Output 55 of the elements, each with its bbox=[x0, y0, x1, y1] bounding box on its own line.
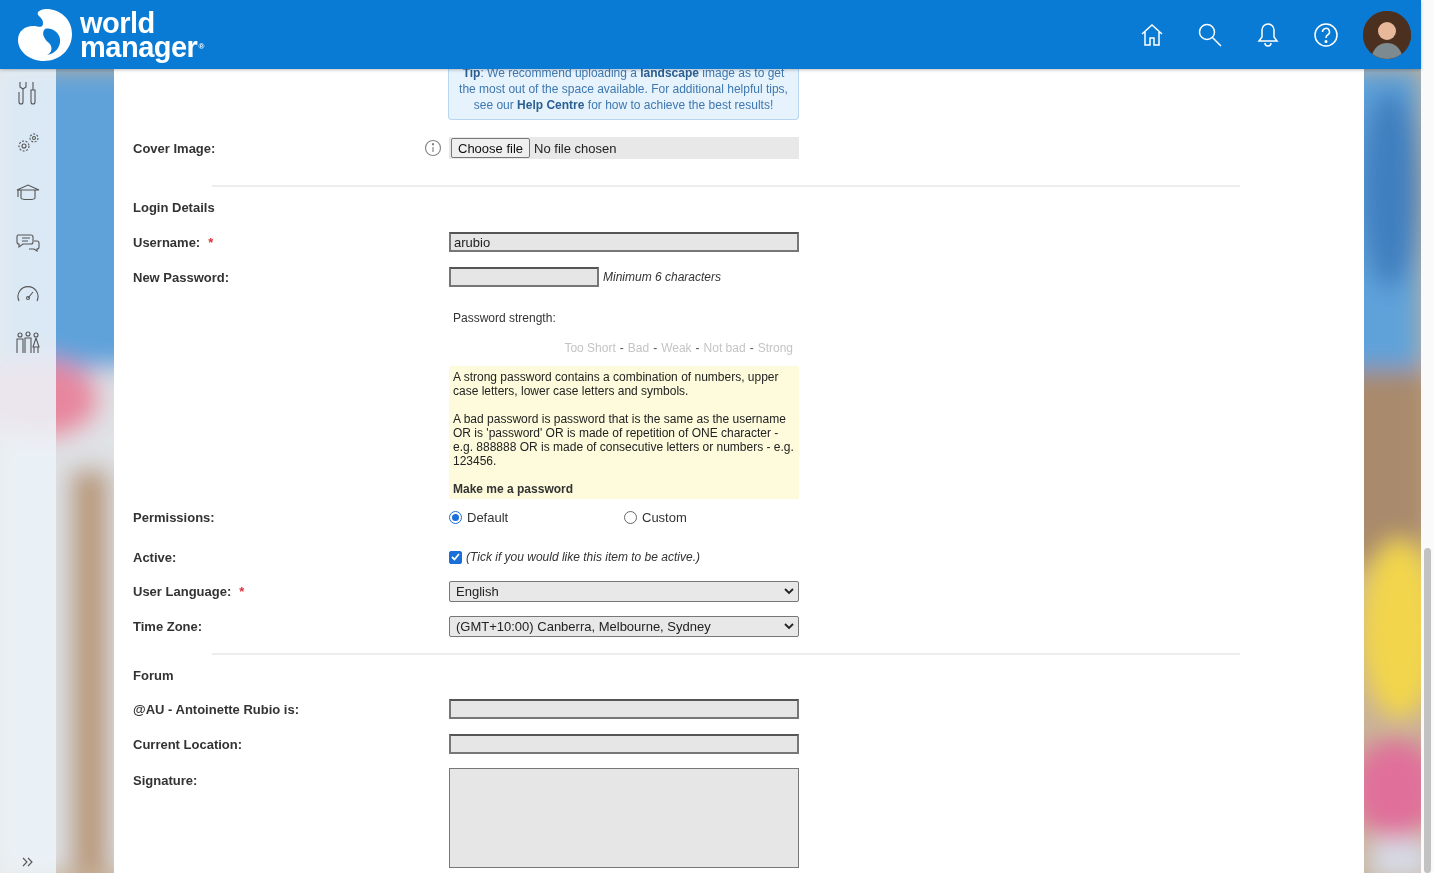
graduation-cap-icon bbox=[15, 183, 41, 203]
field-label: Username: bbox=[133, 234, 201, 250]
advice-text: A bad password is password that is the same as the username OR is 'password' OR is made of repetition of ONE character - e.g. 888888 OR is made of consecutive letters or numbers - e.g. 123456. bbox=[453, 412, 795, 468]
strength-level: Not bad bbox=[703, 341, 746, 355]
tools-icon bbox=[17, 80, 39, 106]
field-label: Cover Image: bbox=[133, 140, 217, 156]
avatar[interactable] bbox=[1363, 10, 1411, 59]
field-label: Active: bbox=[133, 549, 178, 565]
expand-icon[interactable] bbox=[21, 855, 35, 869]
section-heading: Login Details bbox=[133, 199, 216, 215]
strength-level: Weak bbox=[661, 341, 692, 355]
strength-level: Too Short bbox=[564, 341, 616, 355]
dropdown[interactable]: English bbox=[449, 581, 799, 602]
field-hint: Minimum 6 characters bbox=[603, 270, 722, 284]
required-mark: * bbox=[208, 234, 214, 250]
field-label: @AU - Antoinette Rubio is: bbox=[133, 701, 300, 717]
field-label: User Language: bbox=[133, 584, 232, 599]
field-label: Time Zone: bbox=[133, 619, 203, 634]
status-field[interactable] bbox=[449, 699, 799, 719]
scrollbar-thumb[interactable] bbox=[1424, 548, 1431, 873]
permission-option[interactable]: Custom bbox=[624, 509, 799, 525]
choose-file-button[interactable]: Choose file bbox=[451, 138, 531, 158]
tip-text: Tip: We recommend uploading a landscape image as to get the most out of the space available. For additional helpful tips, see our Help Centre for how to achieve the best results! bbox=[448, 69, 799, 120]
help-icon[interactable] bbox=[1312, 20, 1340, 49]
dropdown[interactable]: (GMT+10:00) Canberra, Melbourne, Sydney bbox=[449, 616, 799, 637]
field-label: Current Location: bbox=[133, 736, 244, 752]
separator: - bbox=[695, 341, 700, 355]
separator: - bbox=[653, 341, 658, 355]
signature-field[interactable] bbox=[449, 768, 799, 868]
field-label: Permissions: bbox=[133, 509, 216, 525]
people-icon bbox=[15, 331, 41, 355]
chevron-icon bbox=[784, 588, 794, 595]
username-field[interactable]: arubio bbox=[449, 232, 799, 252]
checkbox-note: (Tick if you would like this item to be active.) bbox=[466, 550, 700, 564]
info-icon[interactable] bbox=[424, 139, 442, 157]
logo-icon bbox=[16, 6, 74, 63]
password-field[interactable] bbox=[449, 267, 599, 287]
advice-text: A strong password contains a combination of numbers, upper case letters, lower case letters and symbols. bbox=[453, 370, 780, 398]
permission-option[interactable]: Default bbox=[449, 509, 624, 525]
chat-bubbles-icon bbox=[15, 232, 41, 254]
separator: - bbox=[749, 341, 754, 355]
file-status: No file chosen bbox=[534, 140, 617, 156]
field-label: New Password: bbox=[133, 269, 231, 285]
chevron-icon bbox=[784, 623, 794, 630]
strength-level: Strong bbox=[757, 341, 793, 355]
location-field[interactable] bbox=[449, 734, 799, 754]
active-checkbox[interactable] bbox=[449, 550, 462, 564]
make-password-link[interactable]: Make me a password bbox=[453, 482, 795, 496]
section-heading: Forum bbox=[133, 667, 175, 683]
gears-icon bbox=[15, 131, 41, 155]
separator: - bbox=[619, 341, 624, 355]
required-mark: * bbox=[239, 584, 245, 599]
strength-label: Password strength: bbox=[453, 311, 557, 325]
strength-level: Bad bbox=[627, 341, 650, 355]
field-label: Signature: bbox=[133, 772, 199, 788]
